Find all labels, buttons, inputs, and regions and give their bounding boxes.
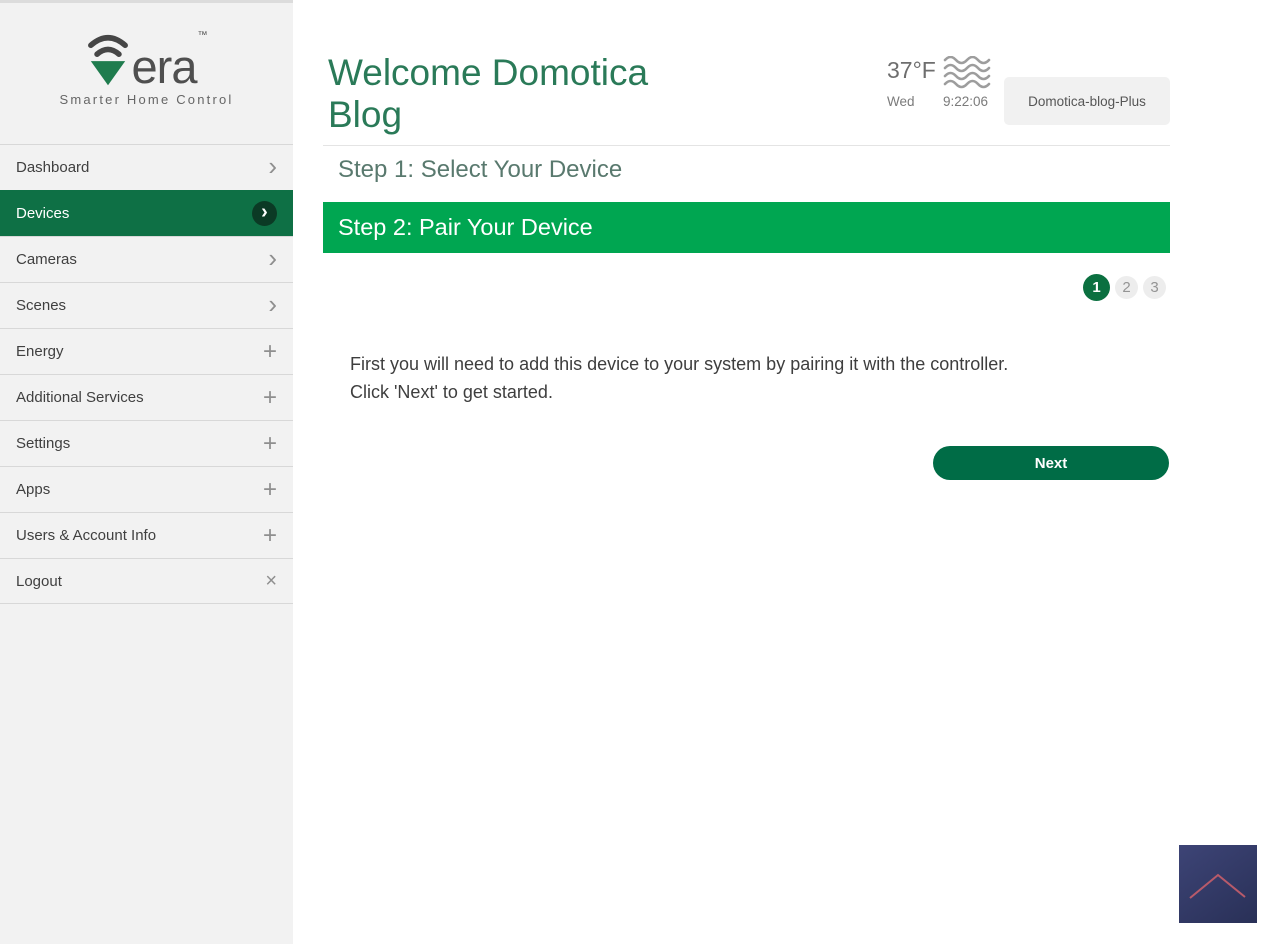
pairing-instructions: First you will need to add this device t… [350,350,1008,406]
step1-header[interactable]: Step 1: Select Your Device [338,156,622,184]
chevron-up-icon [1179,845,1257,923]
sidebar-item-devices[interactable]: Devices › [0,190,293,236]
sidebar-item-apps[interactable]: Apps + [0,466,293,512]
step2-header-label: Step 2: Pair Your Device [323,214,593,241]
clock-time: 9:22:06 [943,94,988,109]
sidebar-item-label: Apps [16,481,50,498]
plus-icon: + [263,478,277,502]
sidebar-item-label: Scenes [16,297,66,314]
vera-logo[interactable]: era ™ Smarter Home Control [0,3,293,107]
weekday-label: Wed [887,94,915,109]
substep-1-active: 1 [1083,274,1110,301]
chevron-right-icon: › [268,153,277,179]
sidebar-item-dashboard[interactable]: Dashboard › [0,144,293,190]
plus-icon: + [263,340,277,364]
substep-3: 3 [1143,276,1166,299]
weather-temperature: 37°F [887,57,936,84]
sidebar-item-energy[interactable]: Energy + [0,328,293,374]
plus-icon: + [263,524,277,548]
logo-tagline: Smarter Home Control [59,92,233,107]
sidebar-item-label: Dashboard [16,159,89,176]
sidebar-item-additional-services[interactable]: Additional Services + [0,374,293,420]
logo-row: era ™ [86,28,208,86]
scroll-to-top-button[interactable] [1179,845,1257,923]
instructions-line1: First you will need to add this device t… [350,350,1008,378]
vera-logo-mark-icon [86,28,130,86]
next-button[interactable]: Next [933,446,1169,480]
sidebar-item-label: Logout [16,573,62,590]
plus-icon: + [263,432,277,456]
sidebar-item-cameras[interactable]: Cameras › [0,236,293,282]
chevron-right-icon: › [268,291,277,317]
controller-selector[interactable]: Domotica-blog-Plus [1004,77,1170,125]
sidebar-item-scenes[interactable]: Scenes › [0,282,293,328]
sidebar-menu: Dashboard › Devices › Cameras › Scenes ›… [0,144,293,604]
sidebar-item-label: Users & Account Info [16,527,156,544]
sidebar-item-label: Energy [16,343,64,360]
sidebar-item-label: Devices [16,205,69,222]
page-title: Welcome Domotica Blog [328,52,708,136]
sidebar-item-logout[interactable]: Logout × [0,558,293,604]
main-content: Welcome Domotica Blog 37°F Wed 9:22:06 D… [293,0,1278,944]
fog-weather-icon [943,56,993,89]
sidebar-item-settings[interactable]: Settings + [0,420,293,466]
sidebar-item-label: Cameras [16,251,77,268]
instructions-line2: Click 'Next' to get started. [350,378,1008,406]
trademark-symbol: ™ [197,30,207,41]
controller-name: Domotica-blog-Plus [1028,94,1146,109]
close-icon: × [265,571,277,591]
plus-icon: + [263,386,277,410]
substep-2: 2 [1115,276,1138,299]
sidebar: era ™ Smarter Home Control Dashboard › D… [0,0,293,944]
step2-header[interactable]: Step 2: Pair Your Device [323,202,1170,253]
logo-wordmark: era [132,49,197,86]
chevron-right-circle-icon: › [252,201,277,226]
header-divider [323,145,1170,146]
sidebar-item-label: Settings [16,435,70,452]
sidebar-item-users-account[interactable]: Users & Account Info + [0,512,293,558]
chevron-right-icon: › [261,202,268,222]
chevron-right-icon: › [268,245,277,271]
sidebar-item-label: Additional Services [16,389,144,406]
substep-indicator: 1 2 3 [1083,274,1166,301]
